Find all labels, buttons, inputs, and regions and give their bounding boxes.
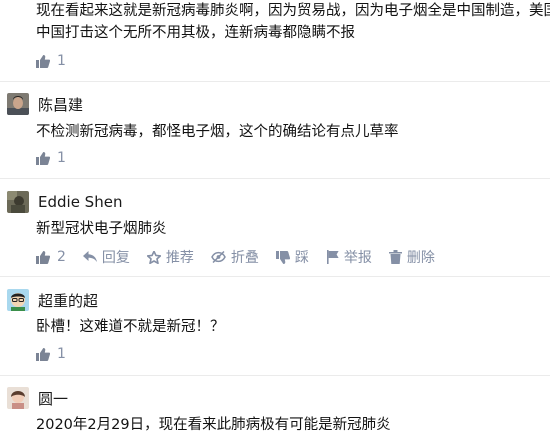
avatar[interactable] [7, 387, 29, 409]
comment-author[interactable]: 陈昌建 [38, 94, 83, 115]
comment-actions: 2 回复 推荐 折叠 踩 举报 删除 [36, 248, 452, 266]
collapse-button[interactable]: 折叠 [211, 247, 259, 267]
collapse-label: 折叠 [230, 250, 259, 266]
comment-author[interactable]: Eddie Shen [38, 193, 122, 211]
delete-button[interactable]: 删除 [388, 247, 435, 267]
dislike-button[interactable]: 踩 [275, 247, 309, 267]
thumbs-up-icon [36, 54, 50, 68]
recommend-label: 推荐 [165, 250, 194, 266]
star-icon [146, 250, 161, 264]
flag-icon [326, 250, 339, 264]
comment-author[interactable]: 圆一 [38, 388, 68, 409]
reply-arrow-icon [82, 251, 97, 262]
avatar[interactable] [7, 93, 29, 115]
trash-icon [388, 250, 402, 264]
reply-button[interactable]: 回复 [82, 247, 130, 267]
comment-actions: 1 [36, 345, 83, 363]
comment-text: 不检测新冠病毒，都怪电子烟，这个的确结论有点儿草率 [36, 124, 399, 140]
like-button[interactable]: 2 [36, 249, 66, 265]
avatar[interactable] [7, 191, 29, 213]
like-count: 1 [57, 150, 66, 166]
thumbs-down-icon [275, 250, 290, 264]
comment-item: 超重的超 卧槽！这难道不就是新冠！？ 1 [0, 277, 550, 375]
comment-item: Eddie Shen 新型冠状电子烟肺炎 2 回复 推荐 折叠 踩 举报 删除 [0, 179, 550, 275]
comment-item: 陈昌建 不检测新冠病毒，都怪电子烟，这个的确结论有点儿草率 1 [0, 82, 550, 177]
comment-text: 中国打击这个无所不用其极，连新病毒都隐瞒不报 [36, 25, 355, 41]
eye-slash-icon [211, 251, 226, 263]
like-button[interactable]: 1 [36, 346, 66, 362]
report-button[interactable]: 举报 [326, 247, 372, 267]
reply-label: 回复 [101, 250, 130, 266]
comment-item: 圆一 2020年2月29日，现在看来此肺病极有可能是新冠肺炎 [0, 376, 550, 447]
report-label: 举报 [343, 250, 372, 266]
thumbs-up-icon [36, 347, 50, 361]
like-count: 1 [57, 346, 66, 362]
comment-item: 现在看起来这就是新冠病毒肺炎啊，因为贸易战，因为电子烟全是中国制造，美国为 中国… [0, 0, 550, 80]
like-count: 2 [57, 249, 66, 265]
delete-label: 删除 [406, 250, 435, 266]
like-button[interactable]: 1 [36, 53, 66, 69]
comment-text: 2020年2月29日，现在看来此肺病极有可能是新冠肺炎 [36, 417, 391, 433]
thumbs-up-icon [36, 151, 50, 165]
avatar[interactable] [7, 289, 29, 311]
like-button[interactable]: 1 [36, 150, 66, 166]
comment-author[interactable]: 超重的超 [38, 290, 98, 311]
like-count: 1 [57, 53, 66, 69]
comment-text: 新型冠状电子烟肺炎 [36, 221, 167, 237]
comment-text: 卧槽！这难道不就是新冠！？ [36, 319, 225, 335]
recommend-button[interactable]: 推荐 [146, 247, 194, 267]
thumbs-up-icon [36, 250, 50, 264]
comment-text: 现在看起来这就是新冠病毒肺炎啊，因为贸易战，因为电子烟全是中国制造，美国为 [36, 3, 550, 19]
comment-actions: 1 [36, 52, 83, 70]
comment-actions: 1 [36, 149, 83, 167]
dislike-label: 踩 [294, 250, 309, 266]
